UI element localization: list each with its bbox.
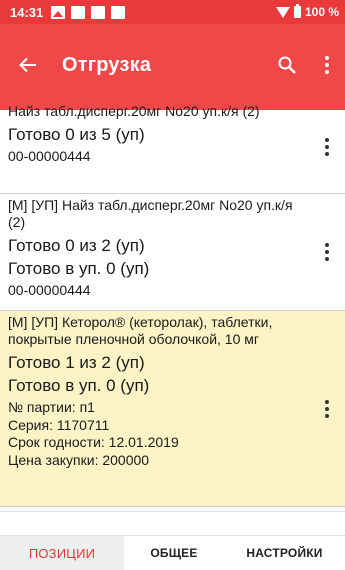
item-code: 00-00000444: [8, 148, 91, 165]
app-bar: Отгрузка: [0, 24, 345, 110]
item-name: [М] [УП] Найз табл.дисперг.20мг No20 уп.…: [8, 197, 293, 230]
divider: [0, 511, 345, 512]
search-button[interactable]: [265, 41, 309, 89]
item-name: Найз табл.дисперг.20мг No20 уп.к/я (2): [8, 103, 260, 119]
tab-settings[interactable]: НАСТРОЙКИ: [224, 536, 345, 570]
back-button[interactable]: [0, 41, 56, 89]
positions-list: Найз табл.дисперг.20мг No20 уп.к/я (2) Г…: [0, 100, 345, 530]
notification-icon: [91, 5, 106, 19]
wifi-icon: [275, 6, 290, 18]
list-item[interactable]: [М] [УП] Найз табл.дисперг.20мг No20 уп.…: [0, 194, 345, 311]
tab-general[interactable]: ОБЩЕЕ: [124, 536, 224, 570]
item-ready-pkg: Готово в уп. 0 (уп): [8, 375, 150, 395]
more-vert-icon: [325, 243, 329, 261]
list-item-selected[interactable]: [М] [УП] Кеторол® (кеторолак), таблетки,…: [0, 311, 345, 507]
more-vert-icon: [325, 56, 329, 74]
item-batch: № партии: п1: [8, 399, 95, 416]
status-time: 14:31: [10, 4, 44, 20]
status-bar: 14:31 100 %: [0, 0, 345, 24]
item-expiry: Срок годности: 12.01.2019: [8, 434, 179, 451]
list-item[interactable]: Найз табл.дисперг.20мг No20 уп.к/я (2) Г…: [0, 100, 345, 194]
tab-positions[interactable]: ПОЗИЦИИ: [0, 536, 124, 570]
search-icon: [278, 56, 296, 74]
item-menu-button[interactable]: [325, 399, 329, 418]
notification-icon: [71, 5, 86, 19]
item-ready-pkg: Готово в уп. 0 (уп): [8, 258, 150, 278]
battery-icon: [293, 4, 301, 18]
arrow-back-icon: [19, 57, 36, 73]
item-ready: Готово 1 из 2 (уп): [8, 352, 145, 372]
battery-level: 100 %: [304, 5, 339, 19]
item-name: [М] [УП] Кеторол® (кеторолак), таблетки,…: [8, 314, 273, 347]
page-title: Отгрузка: [62, 53, 152, 76]
item-menu-button[interactable]: [325, 137, 329, 156]
item-menu-button[interactable]: [325, 243, 329, 261]
item-ready: Готово 0 из 2 (уп): [8, 235, 145, 255]
item-series: Серия: 1170711: [8, 416, 110, 433]
item-code: 00-00000444: [8, 282, 91, 299]
notification-icon: [111, 5, 126, 19]
item-ready: Готово 0 из 5 (уп): [8, 124, 145, 144]
item-price: Цена закупки: 200000: [8, 451, 150, 468]
bottom-tab-bar: ПОЗИЦИИ ОБЩЕЕ НАСТРОЙКИ: [0, 535, 345, 570]
overflow-menu-button[interactable]: [309, 41, 345, 89]
more-vert-icon: [325, 137, 329, 156]
more-vert-icon: [325, 399, 329, 418]
image-notification-icon: [51, 5, 66, 19]
